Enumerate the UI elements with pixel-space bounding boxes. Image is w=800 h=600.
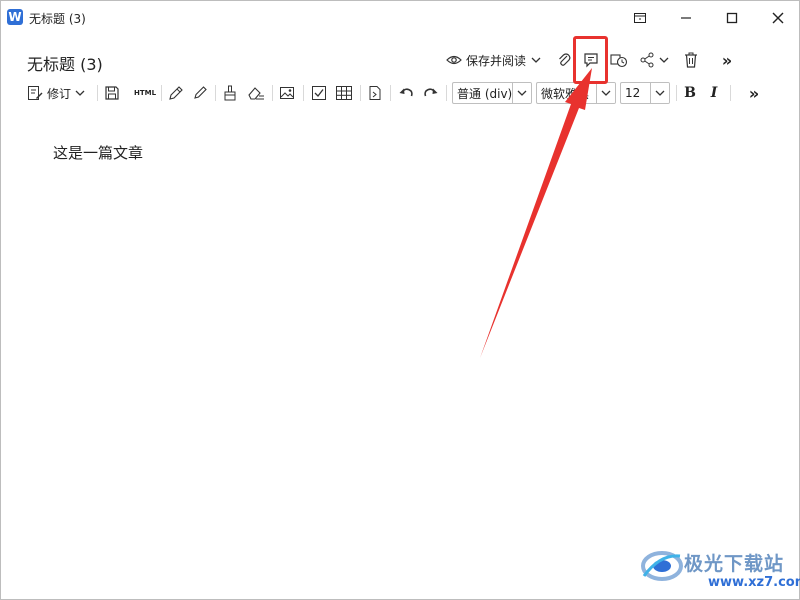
watermark-url: www.xz7.com <box>708 575 800 590</box>
html-label: HTML <box>133 89 157 97</box>
save-and-read-button[interactable]: 保存并阅读 <box>445 47 543 73</box>
window-title: 无标题 (3) <box>29 12 86 26</box>
font-size-value: 12 <box>625 86 641 100</box>
toolbar-more-button[interactable]: » <box>744 81 764 105</box>
font-family-select[interactable]: 微软雅黑 <box>536 82 616 104</box>
table-icon <box>336 86 352 100</box>
editor-content[interactable]: 这是一篇文章 <box>53 142 143 163</box>
paragraph-style-select[interactable]: 普通 (div) <box>452 82 532 104</box>
trash-icon <box>685 52 697 68</box>
revision-dropdown[interactable]: 修订 <box>27 81 91 105</box>
chevron-down-icon <box>531 57 541 63</box>
bold-label: B <box>684 85 696 101</box>
html-button[interactable]: HTML <box>132 81 158 105</box>
font-family-value: 微软雅黑 <box>541 86 590 101</box>
image-icon <box>280 87 294 99</box>
close-button[interactable] <box>766 7 790 29</box>
more-label: » <box>721 50 733 70</box>
layout-icon <box>634 13 646 23</box>
save-button[interactable] <box>103 81 121 105</box>
toolbar-divider <box>390 85 391 101</box>
insert-image-button[interactable] <box>278 81 296 105</box>
pencil-icon <box>194 86 207 99</box>
pen-button[interactable] <box>167 81 185 105</box>
redo-button[interactable] <box>422 81 440 105</box>
toolbar-divider <box>360 85 361 101</box>
eraser-icon <box>248 87 264 100</box>
chevron-down-icon <box>659 57 668 63</box>
undo-icon <box>399 88 413 97</box>
italic-button[interactable]: I <box>705 81 723 105</box>
insert-checkbox-button[interactable] <box>310 81 328 105</box>
save-icon <box>105 86 119 100</box>
more-label: » <box>748 83 760 103</box>
undo-button[interactable] <box>397 81 415 105</box>
toolbar-divider <box>97 85 98 101</box>
checkbox-icon <box>312 86 326 100</box>
toolbar-divider <box>272 85 273 101</box>
font-size-select[interactable]: 12 <box>620 82 670 104</box>
chevron-down-icon <box>650 83 669 103</box>
header-more-button[interactable]: » <box>717 47 737 73</box>
share-button[interactable] <box>637 47 671 73</box>
chevron-down-icon <box>596 83 615 103</box>
toolbar-divider <box>303 85 304 101</box>
chevron-down-icon <box>75 90 85 96</box>
brush-icon <box>224 85 236 101</box>
attachment-icon <box>559 53 571 66</box>
pencil-button[interactable] <box>191 81 209 105</box>
save-and-read-label: 保存并阅读 <box>465 53 526 68</box>
document-title: 无标题 (3) <box>27 55 103 74</box>
toolbar-divider <box>446 85 447 101</box>
attachment-button[interactable] <box>554 47 574 73</box>
history-icon <box>610 54 628 68</box>
app-logo-icon: W <box>7 9 23 25</box>
title-bar: W 无标题 (3) <box>1 1 799 35</box>
watermark-brand: 极光下载站 <box>684 553 785 575</box>
maximize-icon <box>726 12 738 24</box>
italic-label: I <box>710 85 718 101</box>
delete-button[interactable] <box>681 47 701 73</box>
eye-icon <box>446 55 462 65</box>
maximize-button[interactable] <box>720 7 744 29</box>
watermark-logo-icon <box>641 551 683 581</box>
toolbar-divider <box>215 85 216 101</box>
paragraph-style-value: 普通 (div) <box>457 86 513 101</box>
minimize-button[interactable] <box>674 7 698 29</box>
app-window: W 无标题 (3) 无标题 (3) 保存并阅读 » 修订 HTML 普通 (di… <box>0 0 800 600</box>
insert-table-button[interactable] <box>334 81 354 105</box>
toolbar-divider <box>161 85 162 101</box>
format-painter-button[interactable] <box>221 81 239 105</box>
revision-label: 修订 <box>47 86 72 101</box>
toolbar-divider <box>730 85 731 101</box>
revision-icon <box>28 86 43 100</box>
bold-button[interactable]: B <box>681 81 699 105</box>
pen-icon <box>169 86 183 100</box>
share-icon <box>640 52 653 68</box>
close-icon <box>772 12 784 24</box>
redo-icon <box>424 88 438 97</box>
annotation-highlight-box <box>573 36 608 84</box>
insert-page-button[interactable] <box>366 81 384 105</box>
restore-layout-button[interactable] <box>628 7 652 29</box>
clear-format-button[interactable] <box>246 81 266 105</box>
toolbar-divider <box>676 85 677 101</box>
insert-page-icon <box>369 86 381 100</box>
chevron-down-icon <box>512 83 531 103</box>
minimize-icon <box>681 17 691 19</box>
history-button[interactable] <box>609 47 629 73</box>
